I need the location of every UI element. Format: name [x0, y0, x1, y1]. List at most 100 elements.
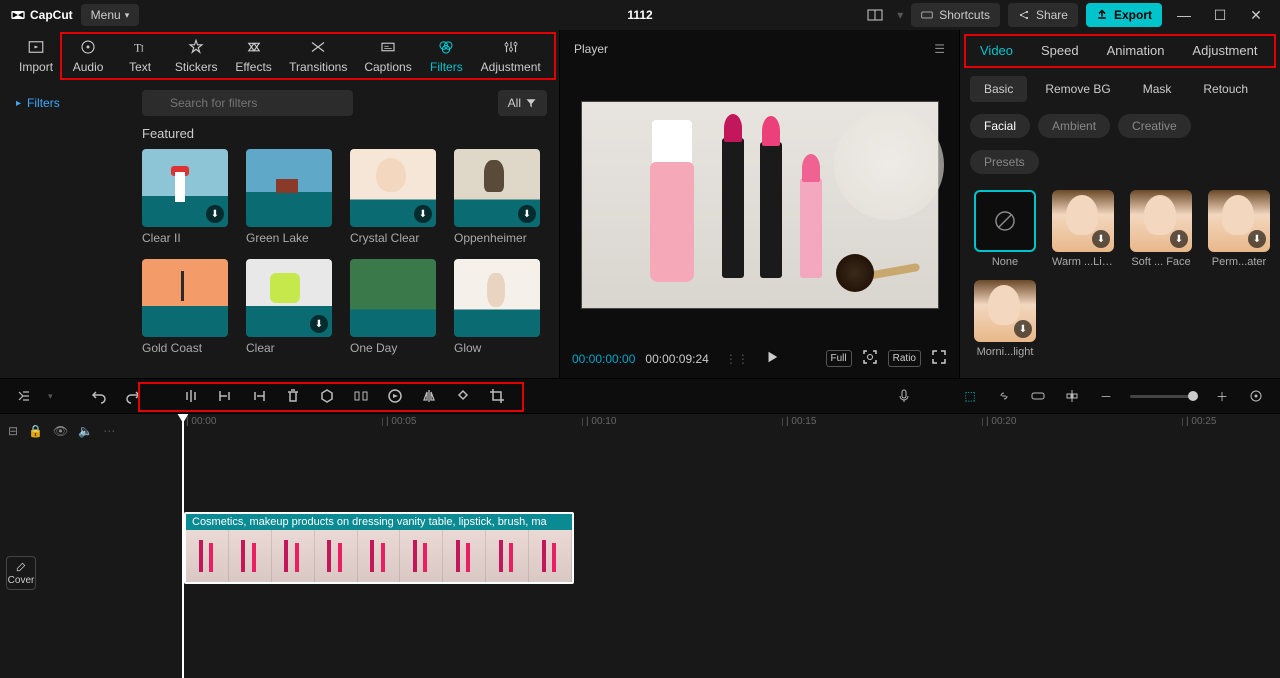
- filter-item[interactable]: ⬇Oppenheimer: [454, 149, 540, 245]
- tab-transitions[interactable]: Transitions: [281, 34, 356, 78]
- auto-icon[interactable]: [14, 386, 34, 406]
- cover-button[interactable]: Cover: [6, 556, 36, 590]
- ratio-button[interactable]: Ratio: [888, 350, 921, 367]
- subtab-mask[interactable]: Mask: [1129, 76, 1186, 102]
- timeline[interactable]: | 00:00 | 00:05 | 00:10 | 00:15 | 00:20 …: [130, 414, 1280, 678]
- full-button[interactable]: Full: [826, 350, 852, 367]
- magnet-icon[interactable]: ⬚: [960, 386, 980, 406]
- freeze-button[interactable]: [351, 386, 371, 406]
- reverse-button[interactable]: [385, 386, 405, 406]
- subtab-retouch[interactable]: Retouch: [1189, 76, 1262, 102]
- download-icon[interactable]: ⬇: [414, 205, 432, 223]
- chip-facial[interactable]: Facial: [970, 114, 1030, 138]
- filter-item[interactable]: Green Lake: [246, 149, 332, 245]
- captions-icon: [379, 38, 397, 56]
- mic-icon[interactable]: [894, 386, 914, 406]
- trim-right-button[interactable]: [249, 386, 269, 406]
- preset-item[interactable]: ⬇Soft ... Face: [1130, 190, 1192, 268]
- preset-item[interactable]: ⬇Perm...ater: [1208, 190, 1270, 268]
- sidebar-item-filters[interactable]: Filters: [8, 90, 122, 116]
- download-icon[interactable]: ⬇: [310, 315, 328, 333]
- zoom-fit-icon[interactable]: [1246, 386, 1266, 406]
- filter-item[interactable]: ⬇Clear II: [142, 149, 228, 245]
- mute-icon[interactable]: 🔈: [78, 424, 93, 438]
- subtab-removebg[interactable]: Remove BG: [1031, 76, 1124, 102]
- subtab-basic[interactable]: Basic: [970, 76, 1027, 102]
- mirror-button[interactable]: [419, 386, 439, 406]
- audio-icon: [79, 38, 97, 56]
- prop-tab-adjustment[interactable]: Adjustment: [1178, 35, 1271, 66]
- undo-button[interactable]: [89, 386, 109, 406]
- download-icon[interactable]: ⬇: [518, 205, 536, 223]
- prop-tab-speed[interactable]: Speed: [1027, 35, 1093, 66]
- filter-item[interactable]: One Day: [350, 259, 436, 355]
- layout-icon[interactable]: [861, 1, 889, 29]
- capcut-icon: [10, 7, 26, 23]
- filter-item[interactable]: ⬇Crystal Clear: [350, 149, 436, 245]
- tab-effects[interactable]: Effects: [226, 34, 280, 78]
- timeline-ruler[interactable]: | 00:00 | 00:05 | 00:10 | 00:15 | 00:20 …: [130, 414, 1280, 438]
- share-button[interactable]: Share: [1008, 3, 1078, 27]
- download-icon[interactable]: ⬇: [1092, 230, 1110, 248]
- trim-left-button[interactable]: [215, 386, 235, 406]
- tab-captions[interactable]: Captions: [356, 34, 421, 78]
- collapse-icon[interactable]: ⊟: [8, 424, 18, 438]
- preview-canvas[interactable]: [581, 101, 939, 309]
- filter-item[interactable]: Gold Coast: [142, 259, 228, 355]
- playhead[interactable]: [182, 414, 184, 678]
- tab-audio[interactable]: Audio: [62, 34, 114, 78]
- download-icon[interactable]: ⬇: [206, 205, 224, 223]
- delete-button[interactable]: [283, 386, 303, 406]
- maximize-button[interactable]: ☐: [1206, 1, 1234, 29]
- stickers-icon: [187, 38, 205, 56]
- preset-item[interactable]: ⬇Morni...light: [974, 280, 1036, 358]
- download-icon[interactable]: ⬇: [1248, 230, 1266, 248]
- video-clip[interactable]: Cosmetics, makeup products on dressing v…: [184, 512, 574, 584]
- tab-text[interactable]: TIText: [114, 34, 166, 78]
- zoom-in-icon[interactable]: ＋: [1212, 386, 1232, 406]
- prop-tab-animation[interactable]: Animation: [1093, 35, 1179, 66]
- clip-title: Cosmetics, makeup products on dressing v…: [186, 514, 572, 530]
- filter-item[interactable]: Glow: [454, 259, 540, 355]
- chip-presets[interactable]: Presets: [970, 150, 1039, 174]
- zoom-out-icon[interactable]: －: [1096, 386, 1116, 406]
- fullscreen-icon[interactable]: [931, 349, 947, 368]
- preview-icon[interactable]: [1028, 386, 1048, 406]
- tool-tabs: Import Audio TIText Stickers Effects Tra…: [0, 30, 559, 82]
- tab-filters[interactable]: Filters: [420, 34, 472, 78]
- tab-adjustment[interactable]: Adjustment: [472, 34, 549, 78]
- prop-tab-video[interactable]: Video: [966, 35, 1027, 66]
- download-icon[interactable]: ⬇: [1014, 320, 1032, 338]
- chip-creative[interactable]: Creative: [1118, 114, 1191, 138]
- download-icon[interactable]: ⬇: [1170, 230, 1188, 248]
- split-button[interactable]: [181, 386, 201, 406]
- scan-icon[interactable]: [862, 349, 878, 368]
- titlebar: CapCut Menu▾ 1112 ▾ Shortcuts Share Expo…: [0, 0, 1280, 30]
- play-button[interactable]: [759, 350, 785, 367]
- zoom-slider[interactable]: [1130, 395, 1198, 398]
- filter-item[interactable]: ⬇Clear: [246, 259, 332, 355]
- mark-button[interactable]: [317, 386, 337, 406]
- align-icon[interactable]: [1062, 386, 1082, 406]
- rotate-button[interactable]: [453, 386, 473, 406]
- link-icon[interactable]: [994, 386, 1014, 406]
- shortcuts-button[interactable]: Shortcuts: [911, 3, 1000, 27]
- eye-icon[interactable]: 👁: [53, 424, 68, 438]
- hamburger-icon[interactable]: ☰: [934, 42, 945, 56]
- search-input[interactable]: [142, 90, 353, 116]
- chip-ambient[interactable]: Ambient: [1038, 114, 1110, 138]
- redo-button[interactable]: [123, 386, 143, 406]
- menu-button[interactable]: Menu▾: [81, 4, 140, 26]
- grip-icon[interactable]: ⋮⋮: [725, 352, 749, 366]
- preset-none[interactable]: None: [974, 190, 1036, 268]
- minimize-button[interactable]: —: [1170, 1, 1198, 29]
- close-button[interactable]: ✕: [1242, 1, 1270, 29]
- tab-import[interactable]: Import: [10, 34, 62, 78]
- all-filter-button[interactable]: All: [498, 90, 547, 116]
- filter-grid: ⬇Clear II Green Lake ⬇Crystal Clear ⬇Opp…: [142, 149, 547, 355]
- lock-icon[interactable]: 🔒: [28, 424, 43, 438]
- crop-button[interactable]: [487, 386, 507, 406]
- preset-item[interactable]: ⬇Warm ...Light: [1052, 190, 1114, 268]
- export-button[interactable]: Export: [1086, 3, 1162, 27]
- tab-stickers[interactable]: Stickers: [166, 34, 226, 78]
